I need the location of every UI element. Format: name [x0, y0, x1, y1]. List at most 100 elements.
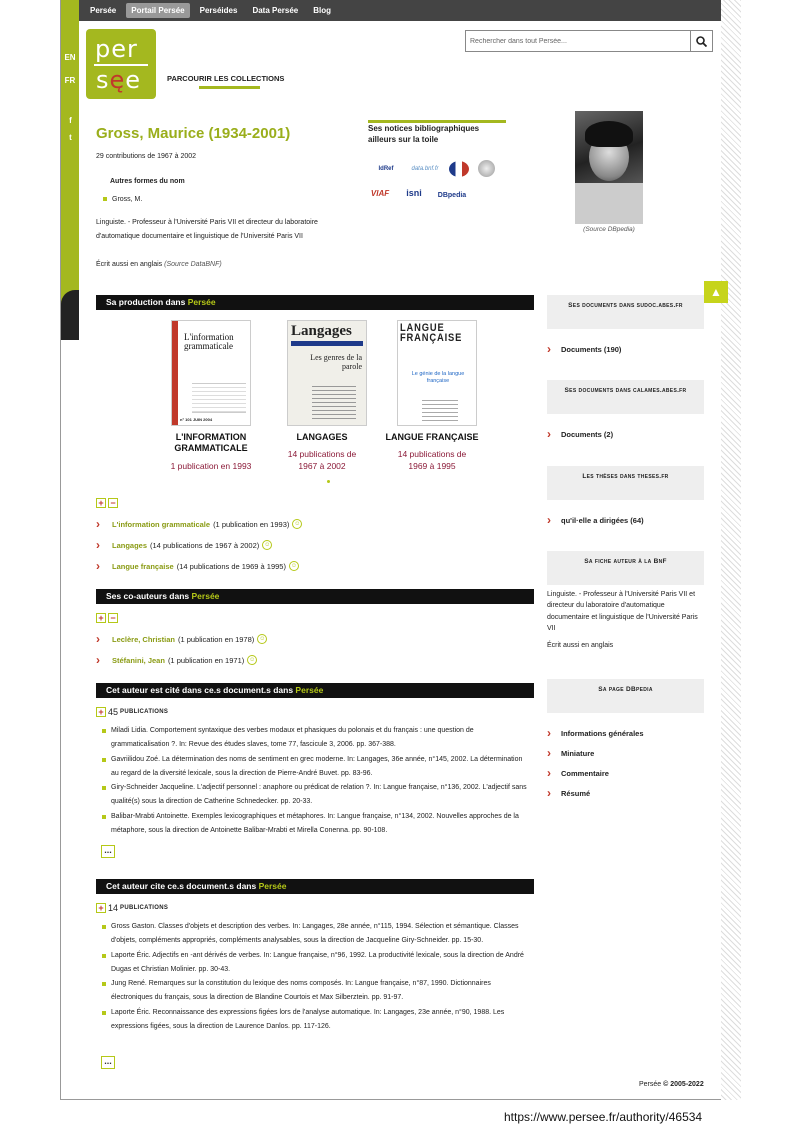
carousel-dot[interactable] — [327, 480, 330, 483]
coauthor-item[interactable]: › Stéfanini, Jean (1 publication en 1971) ☺ — [96, 653, 258, 667]
chevron-right-icon: › — [547, 746, 551, 760]
idref-logo[interactable]: IdRef — [370, 161, 402, 177]
databnf-logo[interactable]: data.bnf.fr — [408, 161, 442, 177]
search-box — [465, 30, 713, 52]
more-button[interactable]: ... — [101, 845, 115, 858]
photo-caption: (Source DBpedia) — [583, 226, 635, 233]
wikipedia-logo[interactable] — [478, 160, 495, 177]
list-item[interactable]: Miladi Lidia. Comportement syntaxique de… — [102, 724, 532, 753]
also-english: Écrit aussi en anglais (Source DataBNF) — [96, 261, 222, 268]
chevron-right-icon: › — [547, 766, 551, 780]
notices-title: Ses notices bibliographiques ailleurs su… — [368, 124, 480, 144]
production-item[interactable]: › Langages (14 publications de 1967 à 2002… — [96, 538, 273, 552]
sudoc-documents-link[interactable]: › Documents (190) — [547, 342, 621, 356]
list-item[interactable]: Gavriilidou Zoé. La détermination des no… — [102, 753, 532, 782]
dbpedia-link-miniature[interactable]: › Miniature — [547, 746, 594, 760]
sudoc-box-title: Ses documents dans sudoc.abes.fr — [547, 295, 704, 329]
nav-portail-persee[interactable]: Portail Persée — [126, 3, 190, 18]
collapse-icon[interactable]: − — [108, 498, 118, 508]
nav-persee[interactable]: Persée — [85, 3, 121, 18]
facebook-icon[interactable]: f — [66, 116, 75, 125]
list-item[interactable]: Balibar-Mrabti Antoinette. Exemples lexi… — [102, 810, 532, 839]
chevron-right-icon: › — [547, 513, 551, 527]
chevron-right-icon: › — [96, 538, 100, 552]
more-button[interactable]: ... — [101, 1056, 115, 1069]
info-icon: ☺ — [288, 561, 299, 571]
cited-count: +45 PUBLICATIONS — [96, 707, 168, 717]
list-item[interactable]: Giry-Schneider Jacqueline. L'adjectif pe… — [102, 781, 532, 810]
dbpedia-link-summary[interactable]: › Résumé — [547, 786, 590, 800]
collapse-icon[interactable]: − — [108, 613, 118, 623]
page-url: https://www.persee.fr/authority/46534 — [504, 1110, 703, 1124]
journal-label-langages[interactable]: LANGAGES — [272, 432, 372, 443]
nav-data-persee[interactable]: Data Persée — [247, 3, 303, 18]
logo-top: per — [95, 35, 138, 63]
author-bio: Linguiste. - Professeur à l'Université P… — [96, 219, 318, 240]
contributions-count: 29 contributions de 1967 à 2002 — [96, 153, 197, 160]
chevron-right-icon: › — [96, 517, 100, 531]
twitter-icon[interactable]: t — [66, 133, 75, 142]
chevron-right-icon: › — [547, 427, 551, 441]
browse-underline — [199, 86, 260, 89]
footer-copyright: Persée © 2005-2022 — [639, 1081, 704, 1088]
list-item[interactable]: Laporte Éric. Adjectifs en -ant dérivés … — [102, 949, 532, 978]
dbpedia-link-general[interactable]: › Informations générales — [547, 726, 644, 740]
search-button[interactable] — [690, 31, 712, 51]
isni-logo[interactable]: isni — [399, 185, 429, 201]
info-icon: ☺ — [247, 655, 258, 665]
journal-pubs-ig[interactable]: 1 publication en 1993 — [161, 460, 261, 472]
journal-pubs-lf[interactable]: 14 publications de 1969 à 1995 — [382, 448, 482, 472]
search-input[interactable] — [466, 31, 690, 51]
list-item[interactable]: Jung René. Remarques sur la constitution… — [102, 977, 532, 1006]
expand-collapse: + − — [96, 613, 118, 623]
bnf-bio: Linguiste. - Professeur à l'Université P… — [547, 591, 698, 632]
author-photo — [575, 111, 643, 224]
info-icon: ☺ — [262, 540, 273, 550]
production-item[interactable]: › Langue française (14 publications de 196… — [96, 559, 299, 573]
alt-forms-title: Autres formes du nom — [110, 178, 185, 185]
alt-form-item: Gross, M. — [103, 196, 142, 203]
viaf-logo[interactable]: VIAF — [371, 185, 389, 201]
search-icon — [696, 35, 707, 47]
persee-logo[interactable]: per sęe — [86, 29, 156, 99]
page-gutter — [721, 0, 741, 1100]
browse-collections-link[interactable]: PARCOURIR LES COLLECTIONS — [167, 74, 284, 83]
info-icon: ☺ — [292, 519, 303, 529]
theses-box-title: Les thèses dans theses.fr — [547, 466, 704, 500]
calames-documents-link[interactable]: › Documents (2) — [547, 427, 613, 441]
calames-box-title: Ses documents dans calames.abes.fr — [547, 380, 704, 414]
journal-label-ig[interactable]: L'INFORMATION GRAMMATICALE — [161, 432, 261, 454]
coauthor-item[interactable]: › Leclère, Christian (1 publication en 197… — [96, 632, 268, 646]
bnf-logo[interactable] — [449, 161, 469, 177]
lang-fr[interactable]: FR — [61, 76, 79, 85]
expand-icon[interactable]: + — [96, 707, 106, 717]
cover-langages[interactable]: Langages Les genres de la parole — [287, 320, 367, 426]
cover-langue-francaise[interactable]: LANGUE FRANÇAISE Le génie de la langue f… — [397, 320, 477, 426]
expand-icon[interactable]: + — [96, 498, 106, 508]
list-item[interactable]: Laporte Éric. Reconnaissance des express… — [102, 1006, 532, 1035]
expand-icon[interactable]: + — [96, 903, 106, 913]
cover-information-grammaticale[interactable]: L'information grammaticale n° 101 JUIN 2… — [171, 320, 251, 426]
chevron-right-icon: › — [547, 786, 551, 800]
list-item[interactable]: Gross Gaston. Classes d'objets et descri… — [102, 920, 532, 949]
top-nav: Persée Portail Persée Perséides Data Per… — [79, 0, 721, 21]
chevron-up-icon: ▲ — [710, 285, 722, 299]
dbpedia-logo[interactable]: DBpedia — [437, 187, 467, 203]
journal-label-lf[interactable]: LANGUE FRANÇAISE — [382, 432, 482, 443]
bnf-also-english: Écrit aussi en anglais — [547, 642, 614, 649]
journal-pubs-langages[interactable]: 14 publications de 1967 à 2002 — [272, 448, 372, 472]
dbpedia-box-title: Sa page DBpedia — [547, 679, 704, 713]
production-item[interactable]: › L'information grammaticale (1 publicatio… — [96, 517, 303, 531]
info-icon: ☺ — [257, 634, 268, 644]
coauthors-section-title: Ses co-auteurs dans Persée — [96, 589, 534, 604]
expand-icon[interactable]: + — [96, 613, 106, 623]
nav-perseides[interactable]: Perséides — [195, 3, 243, 18]
cites-count: +14 PUBLICATIONS — [96, 903, 168, 913]
lang-en[interactable]: EN — [61, 53, 79, 62]
dbpedia-link-comment[interactable]: › Commentaire — [547, 766, 609, 780]
cited-section-title: Cet auteur est cité dans ce.s document.s… — [96, 683, 534, 698]
scroll-top-button[interactable]: ▲ — [704, 281, 728, 303]
theses-link[interactable]: › qu'il·elle a dirigées (64) — [547, 513, 644, 527]
chevron-right-icon: › — [96, 632, 100, 646]
nav-blog[interactable]: Blog — [308, 3, 336, 18]
